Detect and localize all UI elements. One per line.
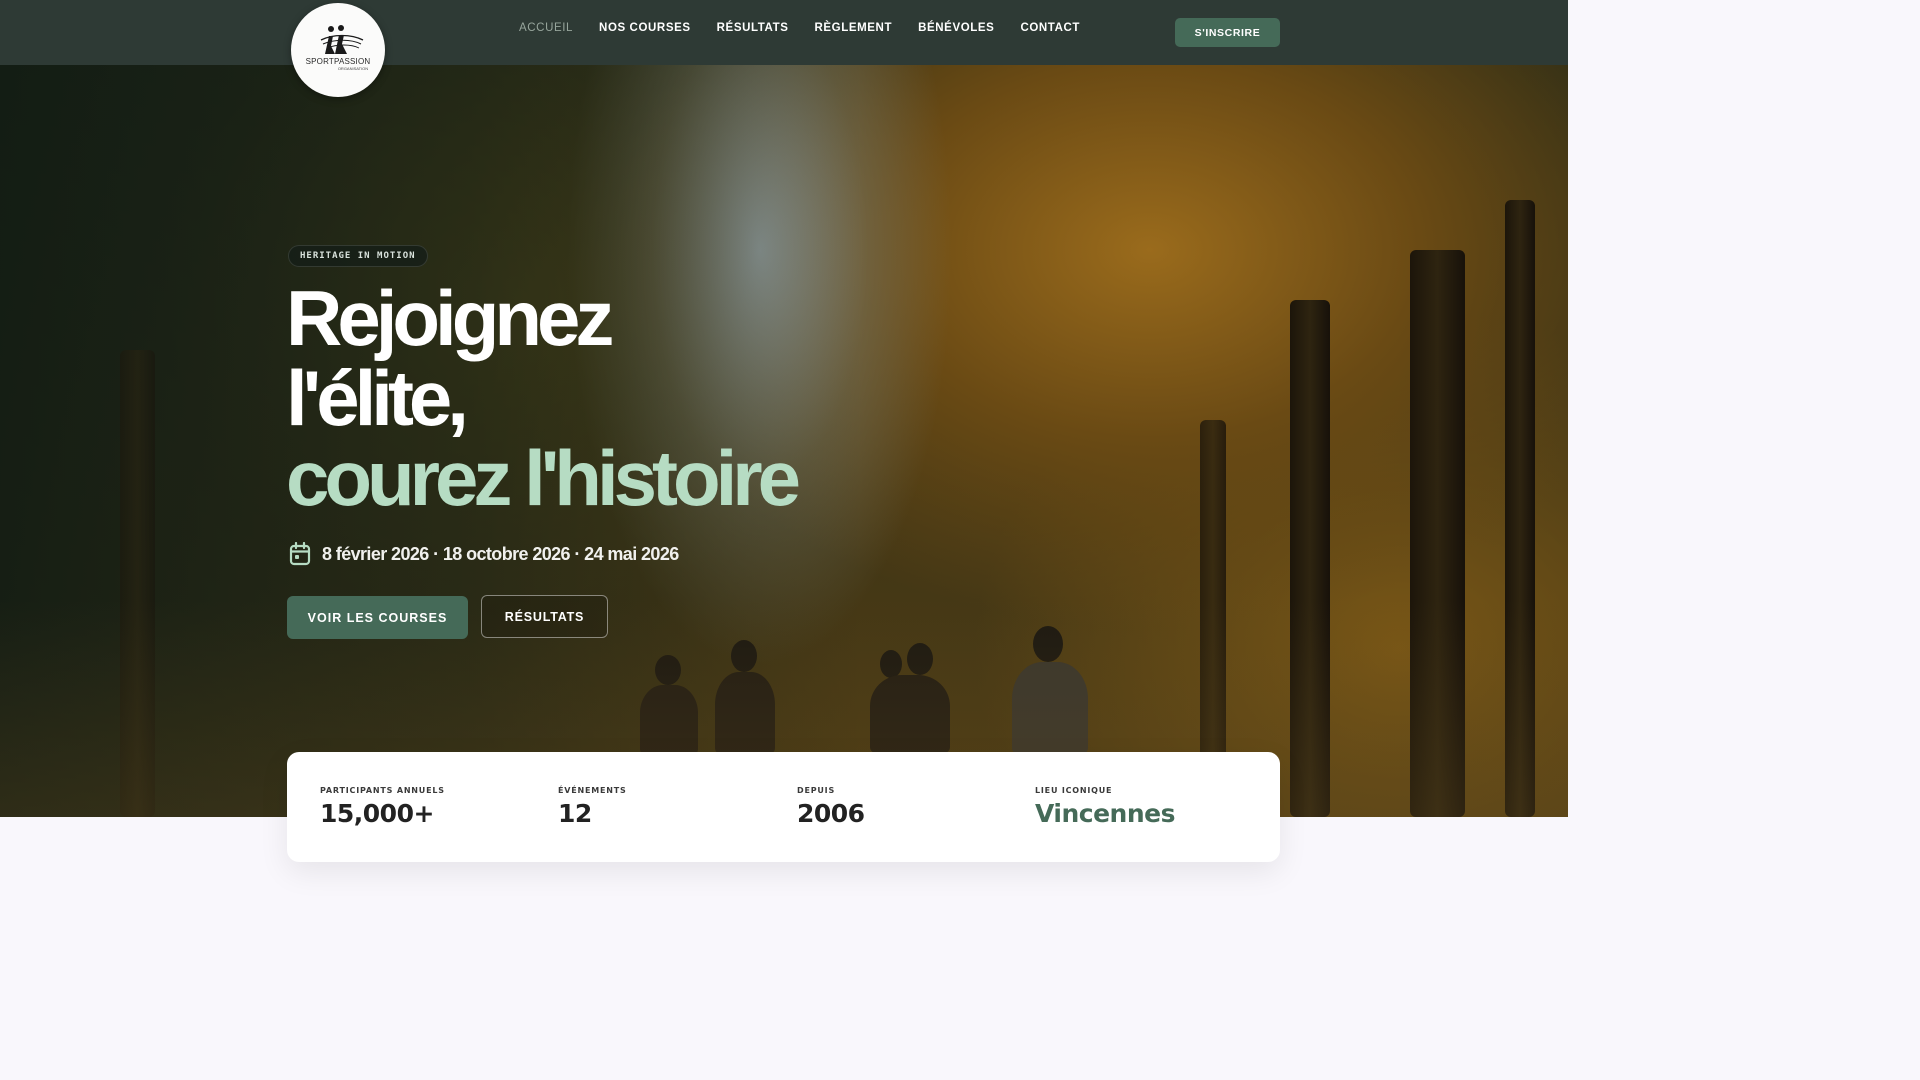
hero-title: Rejoignez l'élite, courez l'histoire (286, 274, 801, 522)
top-navbar: ACCUEIL NOS COURSES RÉSULTATS RÈGLEMENT … (0, 0, 1568, 65)
hero-title-line-1: Rejoignez (286, 274, 614, 362)
nav-link-resultats[interactable]: RÉSULTATS (717, 22, 789, 34)
stat-value: 12 (558, 799, 592, 828)
main-navigation: ACCUEIL NOS COURSES RÉSULTATS RÈGLEMENT … (519, 22, 1106, 34)
stat-events: ÉVÉNEMENTS 12 (558, 786, 627, 828)
nav-link-nos-courses[interactable]: NOS COURSES (599, 22, 691, 34)
stat-label: DEPUIS (797, 786, 836, 795)
nav-link-accueil[interactable]: ACCUEIL (519, 22, 573, 34)
calendar-icon (289, 542, 311, 566)
stat-value: Vincennes (1035, 799, 1175, 828)
logo-text: SPORTPASSION (305, 56, 371, 66)
nav-link-contact[interactable]: CONTACT (1020, 22, 1080, 34)
signup-button[interactable]: S'INSCRIRE (1175, 18, 1280, 47)
stat-since: DEPUIS 2006 (797, 786, 865, 828)
event-dates-text: 8 février 2026 · 18 octobre 2026 · 24 ma… (322, 543, 679, 564)
event-dates: 8 février 2026 · 18 octobre 2026 · 24 ma… (289, 542, 679, 566)
stat-location: LIEU ICONIQUE Vincennes (1035, 786, 1175, 828)
stat-value: 2006 (797, 799, 865, 828)
site-logo[interactable]: SPORTPASSION ORGANISATION (291, 3, 385, 97)
runners-logo-icon (320, 24, 364, 54)
hero-badge: HERITAGE IN MOTION (288, 245, 428, 267)
nav-link-benevoles[interactable]: BÉNÉVOLES (918, 22, 994, 34)
stats-card: PARTICIPANTS ANNUELS 15,000+ ÉVÉNEMENTS … (287, 752, 1280, 862)
stat-participants: PARTICIPANTS ANNUELS 15,000+ (320, 786, 445, 828)
nav-link-reglement[interactable]: RÈGLEMENT (814, 22, 892, 34)
view-races-button[interactable]: VOIR LES COURSES (287, 596, 468, 639)
stat-label: ÉVÉNEMENTS (558, 786, 627, 795)
results-button[interactable]: RÉSULTATS (481, 595, 608, 638)
stat-label: PARTICIPANTS ANNUELS (320, 786, 445, 795)
hero-title-line-2: l'élite, (286, 354, 469, 442)
logo-subtext: ORGANISATION (337, 65, 369, 71)
hero-title-line-3: courez l'histoire (286, 434, 801, 522)
stat-value: 15,000+ (320, 799, 434, 828)
stat-label: LIEU ICONIQUE (1035, 786, 1113, 795)
